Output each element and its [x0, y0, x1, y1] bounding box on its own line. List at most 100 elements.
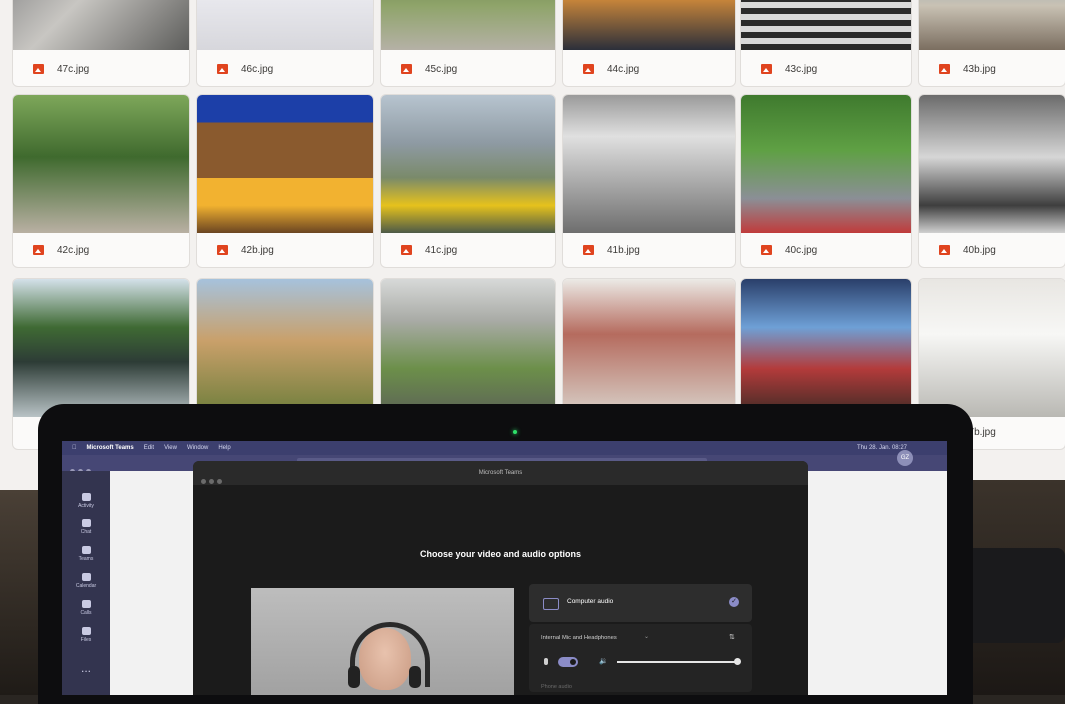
file-card[interactable]: 41b.jpg: [562, 94, 736, 268]
file-card[interactable]: 42c.jpg: [12, 94, 190, 268]
file-card[interactable]: 41c.jpg: [380, 94, 556, 268]
menu-app-name[interactable]: Microsoft Teams: [87, 445, 134, 451]
file-name: 40c.jpg: [785, 244, 818, 256]
volume-fill: [617, 661, 737, 663]
phone-audio-option[interactable]: Phone audio: [541, 684, 572, 690]
file-name-row: 41c.jpg: [381, 233, 555, 267]
file-name-row: 46c.jpg: [197, 52, 373, 86]
file-name: 42b.jpg: [241, 244, 274, 256]
menu-help[interactable]: Help: [218, 445, 230, 451]
file-name-row: 43c.jpg: [741, 52, 911, 86]
image-file-icon: [33, 64, 44, 74]
rail-calendar[interactable]: Calendar: [62, 573, 110, 589]
dialog-heading: Choose your video and audio options: [419, 549, 581, 559]
monitor-audio-icon: [543, 598, 559, 610]
audio-device-select[interactable]: Internal Mic and Headphones: [541, 635, 617, 641]
file-card[interactable]: 44c.jpg: [562, 0, 736, 87]
file-thumbnail: [381, 279, 555, 417]
volume-knob[interactable]: [733, 658, 741, 665]
mic-toggle[interactable]: [558, 657, 578, 667]
rail-teams[interactable]: Teams: [62, 546, 110, 562]
file-card[interactable]: 40b.jpg: [918, 94, 1065, 268]
file-name-row: 40b.jpg: [919, 233, 1065, 267]
menu-edit[interactable]: Edit: [144, 445, 154, 451]
teams-icon: [81, 546, 91, 554]
rail-chat[interactable]: Chat: [62, 519, 110, 535]
more-icon[interactable]: ...: [62, 661, 110, 675]
file-thumbnail: [563, 0, 735, 50]
laptop-screen:  Microsoft Teams Edit View Window Help …: [62, 441, 947, 695]
menubar-clock[interactable]: Thu 28. Jan. 08:27: [857, 445, 907, 451]
file-card[interactable]: 47c.jpg: [12, 0, 190, 87]
video-preview: [251, 588, 514, 695]
device-settings-icon[interactable]: ⇅: [729, 633, 735, 641]
file-card[interactable]: 45c.jpg: [380, 0, 556, 87]
file-name: 41b.jpg: [607, 244, 640, 256]
file-name-row: 43b.jpg: [919, 52, 1065, 86]
file-name: 41c.jpg: [425, 244, 458, 256]
apple-icon[interactable]: : [72, 445, 77, 451]
file-name-row: 47c.jpg: [13, 52, 189, 86]
image-file-icon: [401, 64, 412, 74]
chat-icon: [81, 519, 91, 527]
speaker-icon: 🔉: [599, 658, 608, 665]
image-file-icon: [939, 64, 950, 74]
file-name: 40b.jpg: [963, 244, 996, 256]
file-card[interactable]: 43c.jpg: [740, 0, 912, 87]
image-file-icon: [33, 245, 44, 255]
file-card[interactable]: 43b.jpg: [918, 0, 1065, 87]
bell-icon: [81, 493, 91, 501]
file-thumbnail: [741, 95, 911, 233]
file-name-row: 44c.jpg: [563, 52, 735, 86]
image-file-icon: [583, 245, 594, 255]
file-name: 43c.jpg: [785, 63, 818, 75]
image-file-icon: [401, 245, 412, 255]
dialog-window-controls[interactable]: [201, 471, 225, 489]
image-file-icon: [217, 245, 228, 255]
camera-led: [513, 430, 517, 434]
image-file-icon: [761, 245, 772, 255]
calendar-icon: [81, 573, 91, 581]
rail-files[interactable]: Files: [62, 627, 110, 643]
avatar[interactable]: GZ: [897, 450, 913, 466]
image-file-icon: [761, 64, 772, 74]
menu-view[interactable]: View: [164, 445, 177, 451]
app-rail: Activity Chat Teams Calendar Calls Files…: [62, 471, 110, 695]
file-card[interactable]: 46c.jpg: [196, 0, 374, 87]
file-card[interactable]: 42b.jpg: [196, 94, 374, 268]
file-name-row: 42c.jpg: [13, 233, 189, 267]
computer-audio-option[interactable]: Computer audio ✓: [529, 584, 752, 622]
dialog-window-title: Microsoft Teams: [478, 470, 523, 476]
file-thumbnail: [197, 95, 373, 233]
microphone-icon: [544, 658, 548, 665]
mac-menubar:  Microsoft Teams Edit View Window Help: [62, 441, 947, 455]
computer-audio-label: Computer audio: [567, 598, 614, 605]
menu-window[interactable]: Window: [187, 445, 208, 451]
file-thumbnail: [197, 279, 373, 417]
file-thumbnail: [381, 95, 555, 233]
rail-calls[interactable]: Calls: [62, 600, 110, 616]
file-thumbnail: [13, 0, 189, 50]
file-icon: [81, 627, 91, 635]
file-name: 43b.jpg: [963, 63, 996, 75]
join-dialog: Microsoft Teams Choose your video and au…: [193, 461, 808, 695]
file-card[interactable]: 40c.jpg: [740, 94, 912, 268]
dialog-titlebar: Microsoft Teams: [193, 461, 808, 485]
file-thumbnail: [919, 0, 1065, 50]
file-thumbnail: [741, 0, 911, 50]
audio-device-box: Internal Mic and Headphones ⌄ ⇅ 🔉 Phone …: [529, 624, 752, 692]
file-thumbnail: [741, 279, 911, 417]
volume-slider[interactable]: [617, 658, 741, 665]
file-name: 42c.jpg: [57, 244, 90, 256]
rail-activity[interactable]: Activity: [62, 493, 110, 509]
headphone-cup-left: [348, 666, 360, 688]
file-thumbnail: [919, 279, 1065, 417]
image-file-icon: [217, 64, 228, 74]
file-thumbnail: [919, 95, 1065, 233]
phone-icon: [81, 600, 91, 608]
file-thumbnail: [381, 0, 555, 50]
headphone-cup-right: [409, 666, 421, 688]
chevron-down-icon[interactable]: ⌄: [644, 633, 649, 640]
file-thumbnail: [13, 279, 189, 417]
image-file-icon: [939, 245, 950, 255]
